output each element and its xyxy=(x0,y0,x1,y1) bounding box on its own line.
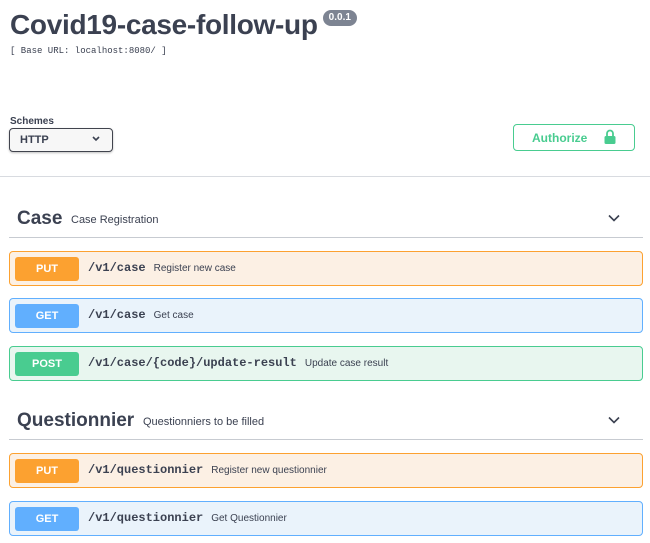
version-badge: 0.0.1 xyxy=(322,10,357,26)
schemes-select[interactable]: HTTP xyxy=(9,128,113,152)
authorize-button[interactable]: Authorize xyxy=(513,124,635,151)
tag-description: Case Registration xyxy=(71,214,159,226)
api-info: Covid19-case-follow-up 0.0.1 [ Base URL:… xyxy=(10,8,640,68)
authorize-label: Authorize xyxy=(532,131,588,145)
operation-summary: Get case xyxy=(153,310,194,321)
operation-put-questionnier[interactable]: PUT /v1/questionnier Register new questio… xyxy=(9,453,643,488)
operation-path: /v1/case Register new case xyxy=(88,261,236,275)
tag-case[interactable]: Case Case Registration xyxy=(9,200,643,238)
operation-get-questionnier[interactable]: GET /v1/questionnier Get Questionnier xyxy=(9,501,643,536)
schemes-label: Schemes xyxy=(10,116,54,127)
operation-path: /v1/questionnier Register new questionnie… xyxy=(88,463,327,477)
operation-summary: Get Questionnier xyxy=(211,513,287,524)
tag-name: Case xyxy=(17,208,63,229)
method-badge: PUT xyxy=(15,257,79,281)
chevron-down-icon[interactable] xyxy=(607,211,621,225)
operation-summary: Register new case xyxy=(153,263,236,274)
operation-path: /v1/questionnier Get Questionnier xyxy=(88,511,287,525)
method-badge: POST xyxy=(15,352,79,376)
operation-post-update-result[interactable]: POST /v1/case/{code}/update-result Update… xyxy=(9,346,643,381)
chevron-down-icon xyxy=(92,136,100,142)
operation-get-case[interactable]: GET /v1/case Get case xyxy=(9,298,643,333)
operation-summary: Register new questionnier xyxy=(211,465,327,476)
operation-put-case[interactable]: PUT /v1/case Register new case xyxy=(9,251,643,286)
operation-summary: Update case result xyxy=(304,358,389,369)
method-badge: GET xyxy=(15,507,79,531)
tag-description: Questionniers to be filled xyxy=(143,416,265,428)
tag-name: Questionnier xyxy=(17,410,135,431)
method-badge: PUT xyxy=(15,459,79,483)
operation-path: /v1/case Get case xyxy=(88,308,194,322)
operation-path: /v1/case/{code}/update-result Update case… xyxy=(88,356,389,370)
method-badge: GET xyxy=(15,304,79,328)
api-title: Covid19-case-follow-up xyxy=(10,9,318,40)
tag-questionnier[interactable]: Questionnier Questionniers to be filled xyxy=(9,402,643,440)
chevron-down-icon[interactable] xyxy=(607,413,621,427)
lock-icon xyxy=(604,129,616,144)
section-divider xyxy=(0,176,650,177)
base-url: [ Base URL: localhost:8080/ ] xyxy=(10,46,167,56)
schemes-selected-value: HTTP xyxy=(20,134,49,146)
title-row: Covid19-case-follow-up 0.0.1 xyxy=(10,8,640,42)
